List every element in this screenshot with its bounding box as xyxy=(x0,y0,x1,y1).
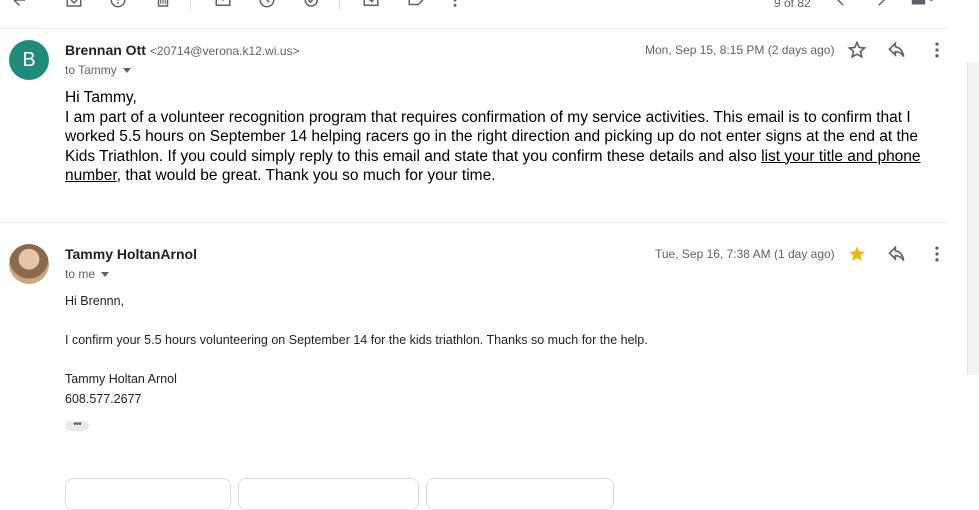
toolbar-divider xyxy=(339,0,340,10)
report-spam-icon[interactable] xyxy=(108,0,128,10)
smart-reply-chip[interactable] xyxy=(426,478,614,510)
reply-icon[interactable] xyxy=(887,244,907,264)
sender-name[interactable]: Tammy HoltanArnol xyxy=(65,246,197,262)
snooze-icon[interactable] xyxy=(257,0,277,10)
toolbar-divider xyxy=(190,0,191,10)
message-greeting: Hi Tammy, xyxy=(65,89,137,106)
smart-reply-chip[interactable] xyxy=(65,478,231,510)
signature-phone: 608.577.2677 xyxy=(65,392,142,406)
recipients-label: to me xyxy=(65,267,96,281)
message-separator xyxy=(0,222,948,223)
avatar[interactable]: B xyxy=(9,40,49,80)
delete-icon[interactable] xyxy=(153,0,173,10)
more-options-icon[interactable] xyxy=(927,40,947,60)
archive-icon[interactable] xyxy=(64,0,84,10)
message-text: I confirm your 5.5 hours volunteering on… xyxy=(65,333,648,347)
star-icon[interactable] xyxy=(847,40,867,60)
chevron-left-icon[interactable] xyxy=(831,0,851,10)
caret-down-icon xyxy=(101,272,110,278)
smart-reply-chip[interactable] xyxy=(238,478,419,510)
signature-name: Tammy Holtan Arnol xyxy=(65,372,177,386)
pager-count: 9 of 82 xyxy=(774,0,811,10)
message-text-end: , that would be great. Thank you so much… xyxy=(116,167,496,184)
more-options-icon[interactable] xyxy=(927,244,947,264)
toolbar-divider-line xyxy=(0,28,948,29)
message-toolbar: 9 of 82 xyxy=(0,0,979,14)
keyboard-icon[interactable] xyxy=(907,0,939,10)
caret-down-icon xyxy=(122,68,131,74)
sender-name-text: Brennan Ott xyxy=(65,42,146,58)
sender-email: <20714@verona.k12.wi.us> xyxy=(149,44,300,58)
add-to-tasks-icon[interactable] xyxy=(302,0,322,10)
star-icon[interactable] xyxy=(847,244,867,264)
recipients-label: to Tammy xyxy=(65,63,117,77)
back-arrow-icon[interactable] xyxy=(9,0,29,10)
message-text: I am part of a volunteer recognition pro… xyxy=(65,108,950,186)
chevron-right-icon[interactable] xyxy=(871,0,891,10)
message-greeting: Hi Brennn, xyxy=(65,294,125,308)
mark-unread-icon[interactable] xyxy=(213,0,233,10)
more-vert-icon[interactable] xyxy=(445,0,465,10)
message-body: Hi Tammy, I am part of a volunteer recog… xyxy=(65,88,950,186)
avatar[interactable] xyxy=(9,244,49,284)
message-date: Tue, Sep 16, 7:38 AM (1 day ago) xyxy=(655,247,835,261)
sender-name[interactable]: Brennan Ott <20714@verona.k12.wi.us> xyxy=(65,42,300,58)
show-trimmed-content-button[interactable]: ••• xyxy=(65,420,89,431)
reply-icon[interactable] xyxy=(887,40,907,60)
labels-icon[interactable] xyxy=(406,0,426,10)
move-to-icon[interactable] xyxy=(361,0,381,10)
recipients-toggle[interactable]: to me xyxy=(65,267,110,281)
recipients-toggle[interactable]: to Tammy xyxy=(65,63,131,77)
scrollbar[interactable] xyxy=(967,62,979,375)
message-date: Mon, Sep 15, 8:15 PM (2 days ago) xyxy=(645,43,835,57)
